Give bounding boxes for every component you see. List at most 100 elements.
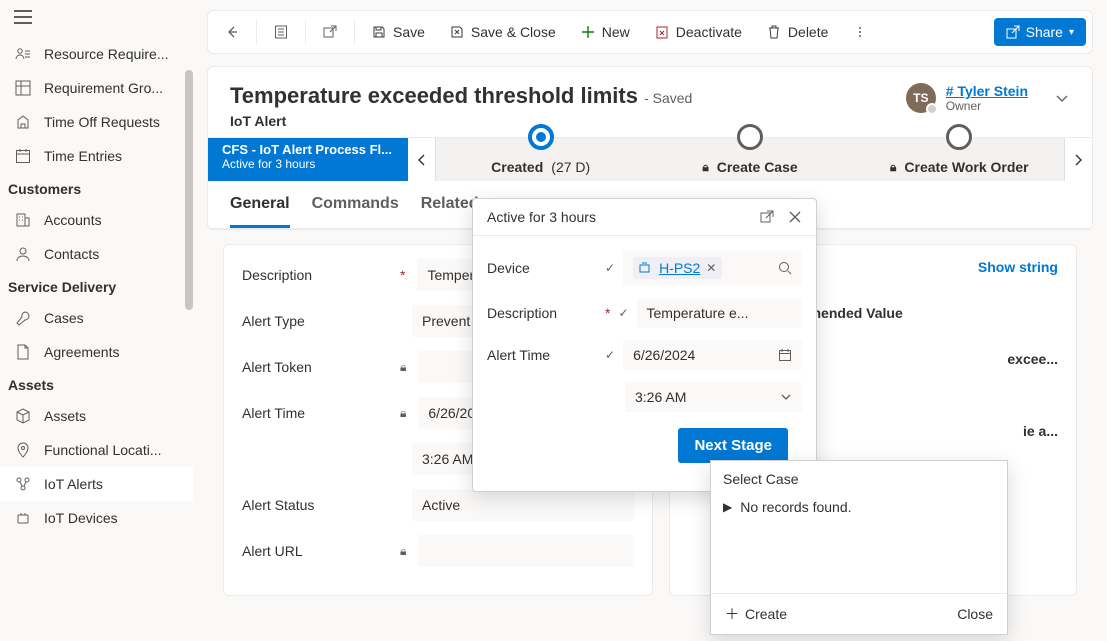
- list-icon: [273, 24, 289, 40]
- device-link[interactable]: H-PS2: [659, 260, 700, 276]
- open-record-set-button[interactable]: [263, 18, 299, 46]
- bpf-prev-button[interactable]: [408, 138, 436, 181]
- save-icon: [371, 24, 387, 40]
- device-lookup[interactable]: H-PS2 ✕: [623, 250, 802, 286]
- scrollbar-thumb[interactable]: [185, 70, 193, 310]
- time-off-icon: [14, 113, 32, 131]
- save-close-icon: [449, 24, 465, 40]
- sidebar: Resource Require... Requirement Gro... T…: [0, 0, 193, 641]
- sidebar-item-iot-alerts[interactable]: IoT Alerts: [0, 467, 193, 501]
- label-alert-time: Alert Time: [242, 405, 392, 421]
- fly-date-field[interactable]: 6/26/2024: [623, 340, 802, 370]
- tab-general[interactable]: General: [230, 181, 290, 228]
- sidebar-item-iot-devices[interactable]: IoT Devices: [0, 501, 193, 535]
- lock-icon: 🔒︎: [400, 406, 406, 421]
- owner-link[interactable]: # Tyler Stein: [946, 83, 1028, 99]
- triangle-icon: ▶: [723, 500, 732, 514]
- record-entity: IoT Alert: [230, 113, 692, 129]
- sidebar-item-label: Accounts: [44, 212, 102, 228]
- stage-dot-icon: [528, 124, 554, 150]
- remove-icon[interactable]: ✕: [706, 261, 716, 275]
- sidebar-item-cases[interactable]: Cases: [0, 301, 193, 335]
- alert-status-field[interactable]: [412, 489, 634, 521]
- flyout-title: Active for 3 hours: [487, 209, 596, 225]
- wrench-icon: [14, 309, 32, 327]
- hamburger-icon: [14, 10, 32, 24]
- sidebar-item-accounts[interactable]: Accounts: [0, 203, 193, 237]
- document-icon: [14, 343, 32, 361]
- people-icon: [14, 45, 32, 63]
- fly-description-field[interactable]: Temperature e...: [637, 298, 802, 328]
- label-alert-url: Alert URL: [242, 543, 392, 559]
- bpf-next-button[interactable]: [1064, 138, 1092, 181]
- back-button[interactable]: [214, 18, 250, 46]
- lock-icon: 🔒︎: [400, 360, 406, 375]
- share-button[interactable]: Share▾: [994, 18, 1086, 46]
- sidebar-item-label: Functional Locati...: [44, 442, 162, 458]
- chevron-down-icon[interactable]: [1054, 90, 1070, 106]
- dock-button[interactable]: [760, 210, 774, 224]
- create-button[interactable]: ＋Create: [725, 604, 787, 624]
- sidebar-item-label: Assets: [44, 408, 86, 424]
- sidebar-item-time-entries[interactable]: Time Entries: [0, 139, 193, 173]
- alert-icon: [14, 475, 32, 493]
- bpf-stage-created[interactable]: Created (27 D): [436, 138, 645, 181]
- separator: [354, 20, 355, 44]
- sidebar-item-assets[interactable]: Assets: [0, 399, 193, 433]
- separator: [305, 20, 306, 44]
- presence-icon: [926, 103, 938, 115]
- sidebar-item-time-off[interactable]: Time Off Requests: [0, 105, 193, 139]
- more-icon: [852, 24, 868, 40]
- search-icon[interactable]: [778, 261, 792, 275]
- alert-url-field[interactable]: [418, 535, 634, 567]
- device-icon: [639, 262, 653, 274]
- owner-block[interactable]: TS # Tyler Stein Owner: [906, 83, 1070, 113]
- close-button[interactable]: [788, 210, 802, 224]
- bpf-stage-create-work-order[interactable]: 🔒︎ Create Work Order: [855, 138, 1064, 181]
- sidebar-item-label: Requirement Gro...: [44, 80, 163, 96]
- sidebar-item-resource-requirements[interactable]: Resource Require...: [0, 37, 193, 71]
- fly-time-field[interactable]: 3:26 AM: [625, 382, 802, 412]
- tab-related[interactable]: Related: [421, 181, 479, 228]
- popout-button[interactable]: [312, 18, 348, 46]
- fly-label-device: Device: [487, 260, 597, 276]
- sidebar-item-requirement-groups[interactable]: Requirement Gro...: [0, 71, 193, 105]
- group-assets: Assets: [0, 369, 193, 399]
- delete-button[interactable]: Delete: [756, 18, 838, 46]
- check-icon: ✓: [618, 306, 628, 320]
- new-button[interactable]: New: [570, 18, 640, 46]
- sidebar-item-label: Time Off Requests: [44, 114, 160, 130]
- calendar-icon[interactable]: [778, 348, 792, 362]
- lock-icon: 🔒︎: [890, 160, 896, 175]
- hamburger-button[interactable]: [0, 0, 193, 37]
- next-stage-button[interactable]: Next Stage: [678, 428, 788, 463]
- deactivate-button[interactable]: Deactivate: [644, 18, 752, 46]
- required-icon: *: [400, 267, 405, 283]
- overflow-button[interactable]: [842, 18, 878, 46]
- close-button[interactable]: Close: [957, 604, 993, 624]
- back-icon: [224, 24, 240, 40]
- save-close-button[interactable]: Save & Close: [439, 18, 566, 46]
- record-title: Temperature exceeded threshold limits - …: [230, 83, 692, 109]
- sidebar-item-functional-locations[interactable]: Functional Locati...: [0, 433, 193, 467]
- stage-dot-icon: [946, 124, 972, 150]
- lock-icon: 🔒︎: [702, 160, 708, 175]
- device-icon: [14, 509, 32, 527]
- sidebar-item-contacts[interactable]: Contacts: [0, 237, 193, 271]
- flyout-header: Active for 3 hours: [473, 199, 816, 236]
- sidebar-item-agreements[interactable]: Agreements: [0, 335, 193, 369]
- save-button[interactable]: Save: [361, 18, 435, 46]
- chevron-down-icon[interactable]: [780, 391, 792, 403]
- sidebar-item-label: Contacts: [44, 246, 99, 262]
- subfly-empty: ▶ No records found.: [711, 491, 1007, 523]
- bpf-process[interactable]: CFS - IoT Alert Process Fl... Active for…: [208, 138, 408, 181]
- check-icon: ✓: [605, 348, 615, 362]
- bpf-stage-create-case[interactable]: 🔒︎ Create Case: [645, 138, 854, 181]
- label-alert-token: Alert Token: [242, 359, 392, 375]
- sidebar-item-label: Resource Require...: [44, 46, 169, 62]
- chevron-down-icon: ▾: [1069, 27, 1074, 38]
- tab-commands[interactable]: Commands: [312, 181, 399, 228]
- sidebar-item-label: Time Entries: [44, 148, 122, 164]
- plus-icon: ＋: [725, 604, 739, 624]
- lock-icon: 🔒︎: [400, 544, 406, 559]
